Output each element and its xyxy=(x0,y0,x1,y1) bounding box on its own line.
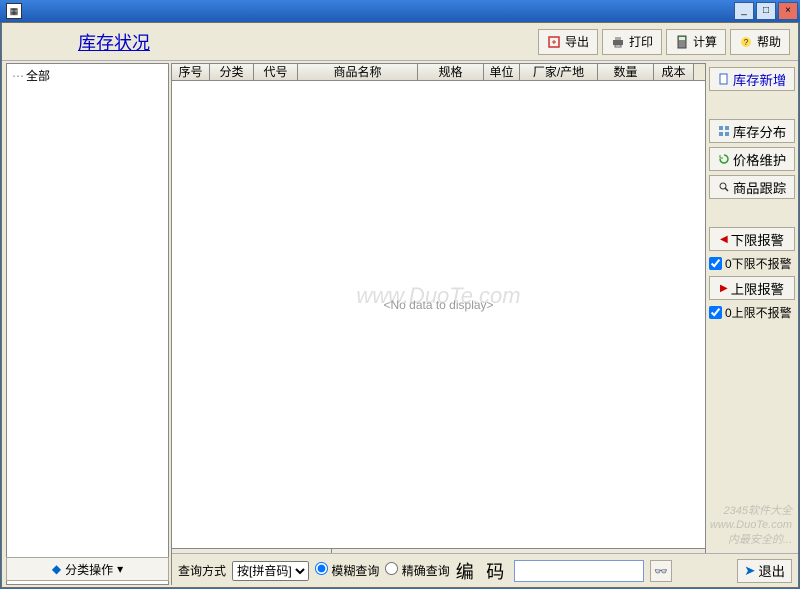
stock-add-button[interactable]: 库存新增 xyxy=(709,67,795,91)
tree-root-item[interactable]: 全部 xyxy=(12,67,163,84)
column-header[interactable]: 成本 xyxy=(654,64,694,80)
exact-label: 精确查询 xyxy=(402,564,450,578)
grid-header: 序号分类代号商品名称规格单位厂家/产地数量成本 xyxy=(171,63,706,81)
lower-no-alert-input[interactable] xyxy=(709,257,722,270)
grid-body[interactable]: www.DuoTe.com <No data to display> xyxy=(171,81,706,549)
code-input[interactable] xyxy=(514,560,644,582)
upper-no-alert-label: 0上限不报警 xyxy=(725,304,792,321)
calc-button[interactable]: 计算 xyxy=(666,29,726,55)
query-mode-label: 查询方式 xyxy=(178,562,226,579)
help-button[interactable]: ? 帮助 xyxy=(730,29,790,55)
export-icon xyxy=(547,35,561,49)
print-label: 打印 xyxy=(629,33,653,50)
minimize-button[interactable]: _ xyxy=(734,2,754,20)
grid-column: 序号分类代号商品名称规格单位厂家/产地数量成本 www.DuoTe.com <N… xyxy=(171,63,706,585)
exit-label: 退出 xyxy=(758,561,785,580)
upper-no-alert-input[interactable] xyxy=(709,306,722,319)
column-header[interactable]: 规格 xyxy=(418,64,484,80)
arrow-right-icon: ➤ xyxy=(744,563,755,579)
column-header[interactable]: 分类 xyxy=(210,64,254,80)
calc-label: 计算 xyxy=(693,33,717,50)
product-trace-button[interactable]: 商品跟踪 xyxy=(709,175,795,199)
refresh-icon xyxy=(718,153,730,165)
right-panel: 库存新增 库存分布 价格维护 商品跟踪 ◀ 下限报警 0下限不报 xyxy=(706,61,798,587)
help-label: 帮助 xyxy=(757,33,781,50)
exact-radio[interactable]: 精确查询 xyxy=(385,562,449,579)
bottom-left-panel: ◆ 分类操作 ▾ xyxy=(6,557,169,581)
column-header[interactable]: 数量 xyxy=(598,64,654,80)
dropdown-arrow-icon: ▾ xyxy=(117,562,123,576)
lower-no-alert-label: 0下限不报警 xyxy=(725,255,792,272)
code-label: 编 码 xyxy=(456,558,509,584)
binoculars-icon: 👓 xyxy=(654,566,668,578)
lower-alert-label: 下限报警 xyxy=(731,230,784,249)
category-tree[interactable]: 全部 xyxy=(6,63,169,585)
find-button[interactable]: 👓 xyxy=(650,560,672,582)
stock-distribute-button[interactable]: 库存分布 xyxy=(709,119,795,143)
bottom-bar: 查询方式 按[拼音码] 模糊查询 精确查询 编 码 👓 ➤ 退出 xyxy=(172,553,798,587)
stock-distribute-label: 库存分布 xyxy=(733,122,786,141)
column-header[interactable]: 序号 xyxy=(172,64,210,80)
upper-alert-label: 上限报警 xyxy=(731,279,784,298)
category-ops-button[interactable]: ◆ 分类操作 ▾ xyxy=(6,557,169,581)
fuzzy-radio[interactable]: 模糊查询 xyxy=(315,562,379,579)
stock-add-label: 库存新增 xyxy=(733,70,786,89)
body-area: 全部 序号分类代号商品名称规格单位厂家/产地数量成本 www.DuoTe.com… xyxy=(2,61,798,587)
price-maintain-button[interactable]: 价格维护 xyxy=(709,147,795,171)
triangle-left-icon: ◀ xyxy=(720,234,728,245)
column-header[interactable]: 商品名称 xyxy=(298,64,418,80)
no-data-text: <No data to display> xyxy=(383,298,493,312)
grid-icon xyxy=(718,125,730,137)
print-icon xyxy=(611,35,625,49)
export-label: 导出 xyxy=(565,33,589,50)
maximize-button[interactable]: □ xyxy=(756,2,776,20)
main-window: 库存状况 导出 打印 计算 ? 帮助 全部 序号分类代号商品名称规格单位厂家/产… xyxy=(1,22,799,588)
query-mode-select[interactable]: 按[拼音码] xyxy=(232,561,309,581)
lower-no-alert-checkbox[interactable]: 0下限不报警 xyxy=(709,255,795,272)
price-maintain-label: 价格维护 xyxy=(733,150,786,169)
upper-no-alert-checkbox[interactable]: 0上限不报警 xyxy=(709,304,795,321)
triangle-right-icon: ▶ xyxy=(720,283,728,294)
fuzzy-radio-input[interactable] xyxy=(315,562,328,575)
app-icon: ▦ xyxy=(6,3,22,19)
diamond-icon: ◆ xyxy=(52,562,61,576)
column-header[interactable]: 厂家/产地 xyxy=(520,64,598,80)
help-icon: ? xyxy=(739,35,753,49)
calculator-icon xyxy=(675,35,689,49)
export-button[interactable]: 导出 xyxy=(538,29,598,55)
lower-alert-button[interactable]: ◀ 下限报警 xyxy=(709,227,795,251)
exact-radio-input[interactable] xyxy=(385,562,398,575)
page-title: 库存状况 xyxy=(78,29,150,55)
exit-button[interactable]: ➤ 退出 xyxy=(737,559,792,583)
document-icon xyxy=(718,73,730,85)
column-header[interactable]: 代号 xyxy=(254,64,298,80)
close-button[interactable]: × xyxy=(778,2,798,20)
upper-alert-button[interactable]: ▶ 上限报警 xyxy=(709,276,795,300)
top-toolbar: 库存状况 导出 打印 计算 ? 帮助 xyxy=(2,23,798,61)
print-button[interactable]: 打印 xyxy=(602,29,662,55)
titlebar: ▦ _ □ × xyxy=(0,0,800,22)
fuzzy-label: 模糊查询 xyxy=(331,564,379,578)
search-icon xyxy=(718,181,730,193)
category-ops-label: 分类操作 xyxy=(65,561,113,578)
column-header[interactable]: 单位 xyxy=(484,64,520,80)
svg-text:?: ? xyxy=(744,38,749,47)
product-trace-label: 商品跟踪 xyxy=(733,178,786,197)
